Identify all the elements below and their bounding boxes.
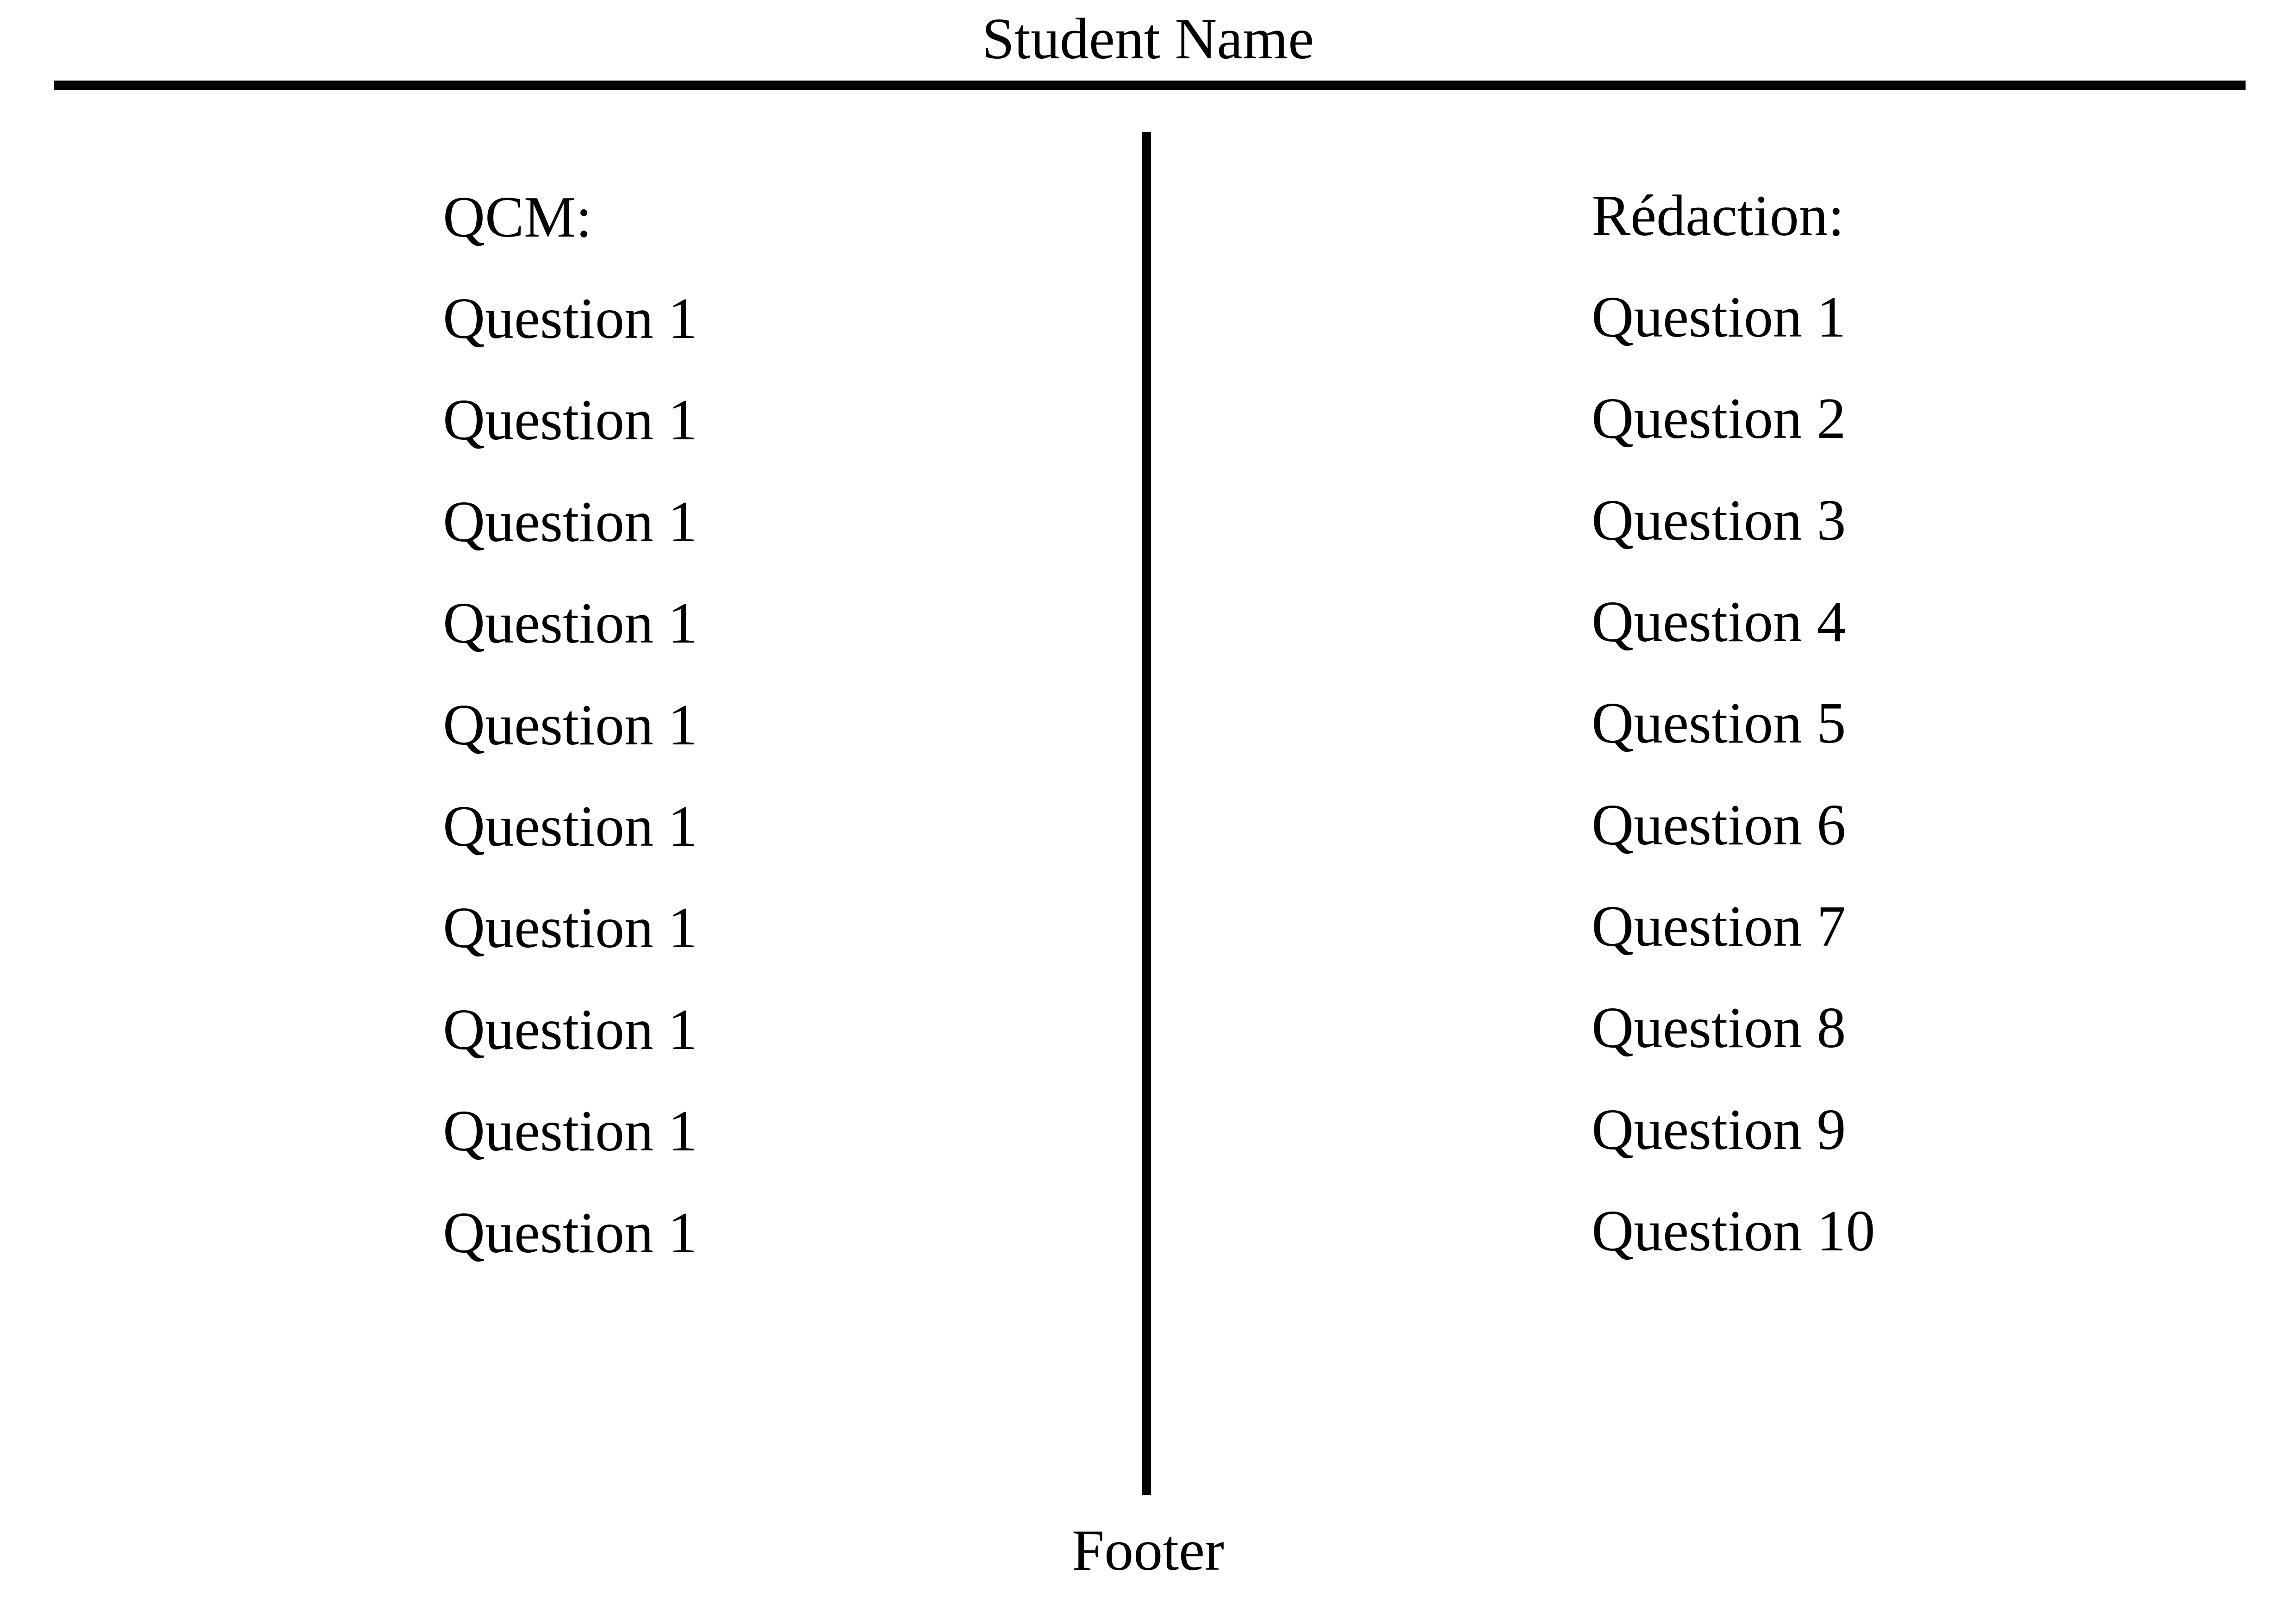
redaction-question-item: Question 6 (1592, 793, 1846, 857)
qcm-question-item: Question 1 (443, 388, 697, 452)
qcm-question-item: Question 1 (443, 693, 697, 757)
qcm-question-item: Question 1 (443, 490, 697, 554)
qcm-question-item: Question 1 (443, 998, 697, 1062)
qcm-question-item: Question 1 (443, 896, 697, 960)
page-footer: Footer (1072, 1518, 1224, 1583)
redaction-question-item: Question 5 (1592, 691, 1846, 756)
page-title: Student Name (982, 7, 1314, 71)
column-divider (1142, 132, 1151, 1495)
qcm-question-item: Question 1 (443, 287, 697, 351)
qcm-question-item: Question 1 (443, 591, 697, 656)
redaction-question-item: Question 10 (1592, 1199, 1875, 1263)
redaction-question-item: Question 7 (1592, 894, 1846, 959)
redaction-question-item: Question 8 (1592, 996, 1846, 1060)
redaction-question-item: Question 1 (1592, 285, 1846, 350)
redaction-question-item: Question 3 (1592, 488, 1846, 553)
redaction-question-item: Question 9 (1592, 1098, 1846, 1162)
redaction-heading: Rédaction: (1592, 184, 1844, 248)
header-divider (54, 81, 2246, 90)
redaction-question-item: Question 2 (1592, 387, 1846, 451)
qcm-question-item: Question 1 (443, 1099, 697, 1163)
qcm-question-item: Question 1 (443, 1201, 697, 1265)
redaction-question-item: Question 4 (1592, 590, 1846, 654)
qcm-question-item: Question 1 (443, 794, 697, 859)
qcm-heading: QCM: (443, 185, 592, 250)
